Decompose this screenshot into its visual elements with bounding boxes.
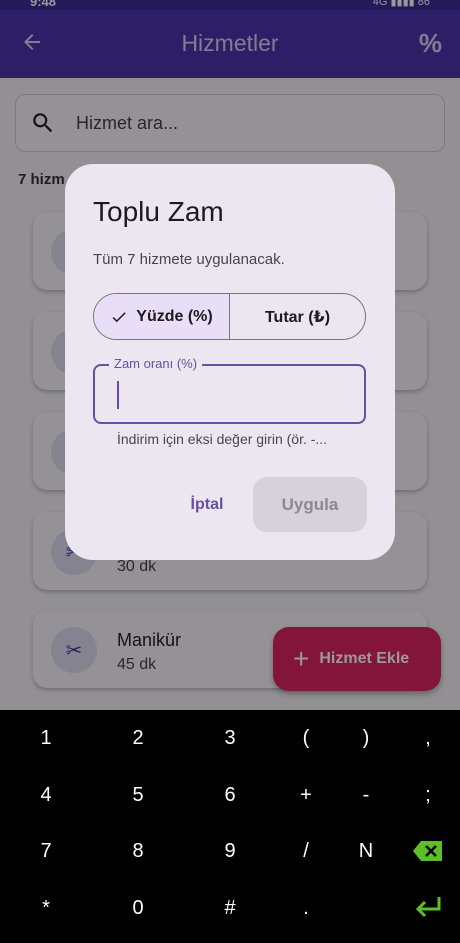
enter-key[interactable] <box>398 888 458 928</box>
key[interactable]: 6 <box>200 775 260 815</box>
key[interactable]: ( <box>276 718 336 758</box>
key[interactable]: 8 <box>108 831 168 871</box>
key[interactable]: + <box>276 775 336 815</box>
segment-amount[interactable]: Tutar (₺) <box>230 294 365 339</box>
segment-percent-label: Yüzde (%) <box>136 307 213 325</box>
backspace-icon <box>413 841 442 861</box>
key[interactable]: - <box>336 775 396 815</box>
key[interactable]: 1 <box>16 718 76 758</box>
key[interactable]: 7 <box>16 831 76 871</box>
key[interactable]: 9 <box>200 831 260 871</box>
key[interactable]: 2 <box>108 718 168 758</box>
backspace-key[interactable] <box>398 831 458 871</box>
apply-button[interactable]: Uygula <box>253 477 367 532</box>
bulk-raise-dialog: Toplu Zam Tüm 7 hizmete uygulanacak. Yüz… <box>65 164 395 560</box>
key[interactable]: 0 <box>108 888 168 928</box>
segment-percent[interactable]: Yüzde (%) <box>94 294 230 339</box>
dialog-title: Toplu Zam <box>93 196 224 227</box>
key[interactable]: # <box>200 888 260 928</box>
key[interactable]: ) <box>336 718 396 758</box>
key[interactable]: 4 <box>16 775 76 815</box>
raise-rate-field[interactable]: Zam oranı (%) <box>93 356 366 424</box>
check-icon <box>112 311 127 322</box>
key[interactable]: 3 <box>200 718 260 758</box>
dialog-subtitle: Tüm 7 hizmete uygulanacak. <box>93 251 285 268</box>
segment-amount-label: Tutar (₺) <box>264 308 331 326</box>
key[interactable]: ; <box>398 775 458 815</box>
mode-segmented-control: Yüzde (%) Tutar (₺) <box>93 293 366 340</box>
key[interactable]: , <box>398 718 458 758</box>
key[interactable]: / <box>276 831 336 871</box>
numeric-keyboard: 1 2 3 ( ) , 4 5 6 + - ; 7 8 9 / N * 0 # … <box>0 710 460 943</box>
cancel-button[interactable]: İptal <box>177 478 237 532</box>
key[interactable]: N <box>336 831 396 871</box>
key[interactable]: * <box>16 888 76 928</box>
key[interactable]: . <box>276 888 336 928</box>
raise-rate-input[interactable] <box>107 378 347 408</box>
raise-rate-label: Zam oranı (%) <box>109 356 203 371</box>
raise-rate-helper: İndirim için eksi değer girin (ör. -... <box>117 431 328 447</box>
enter-icon <box>415 897 441 918</box>
text-cursor <box>117 381 119 409</box>
key[interactable]: 5 <box>108 775 168 815</box>
